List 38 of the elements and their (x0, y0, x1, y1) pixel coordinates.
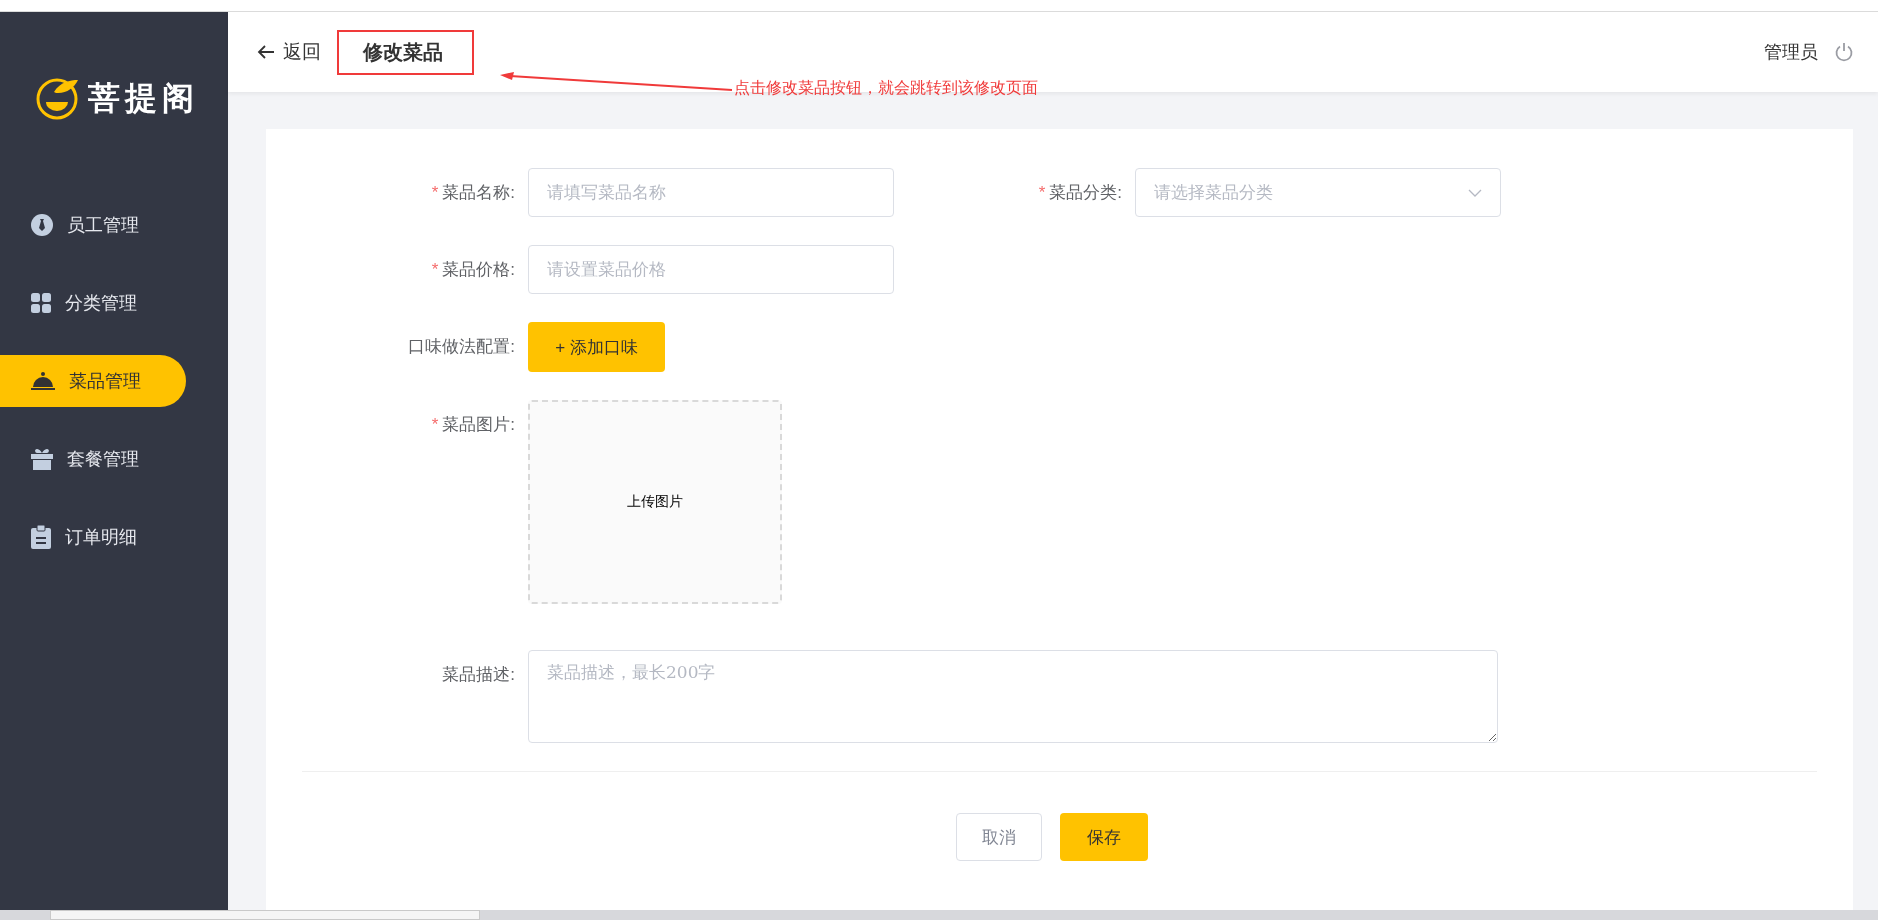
tie-badge-icon (31, 214, 53, 236)
field-label: 菜品价格: (442, 260, 515, 279)
sidebar-item[interactable]: 分类管理 (0, 277, 186, 329)
text-field[interactable]: 请设置菜品价格 (528, 245, 894, 294)
user-name: 管理员 (1764, 41, 1818, 64)
sidebar-item[interactable]: 套餐管理 (0, 433, 186, 485)
image-upload[interactable]: 上传图片 (528, 400, 782, 604)
field-label: 菜品图片: (442, 415, 515, 434)
required-mark: * (431, 183, 439, 202)
scrollbar-thumb[interactable] (50, 910, 480, 920)
field-label: 菜品分类: (1049, 183, 1122, 202)
gift-icon (31, 448, 53, 470)
description-field[interactable]: 菜品描述，最长200字 (528, 650, 1498, 743)
save-button[interactable]: 保存 (1059, 813, 1148, 861)
field-label: 口味做法配置: (408, 337, 515, 356)
field-label: 菜品描述: (442, 665, 515, 684)
sidebar-item[interactable]: 菜品管理 (0, 355, 186, 407)
power-icon[interactable] (1834, 42, 1854, 62)
sidebar-item[interactable]: 员工管理 (0, 199, 186, 251)
required-mark: * (1038, 183, 1046, 202)
annotation-text: 点击修改菜品按钮，就会跳转到该修改页面 (734, 78, 1038, 98)
text-field[interactable]: 请填写菜品名称 (528, 168, 894, 217)
field-label: 菜品名称: (442, 183, 515, 202)
arrow-left-icon (257, 44, 275, 60)
cloche-icon (31, 371, 55, 391)
add-flavor-button[interactable]: + 添加口味 (528, 322, 665, 372)
grid-icon (31, 293, 51, 313)
clipboard-icon (31, 525, 51, 549)
logo-icon (36, 76, 80, 120)
cancel-button[interactable]: 取消 (955, 813, 1042, 861)
logo-text: 菩提阁 (88, 79, 199, 118)
sidebar-item[interactable]: 订单明细 (0, 511, 186, 563)
required-mark: * (431, 415, 439, 434)
page-title: 修改菜品 (337, 29, 474, 75)
scrollbar[interactable] (0, 910, 1878, 920)
chevron-down-icon (1468, 188, 1482, 197)
required-mark: * (431, 260, 439, 279)
back-link[interactable]: 返回 (257, 39, 321, 65)
